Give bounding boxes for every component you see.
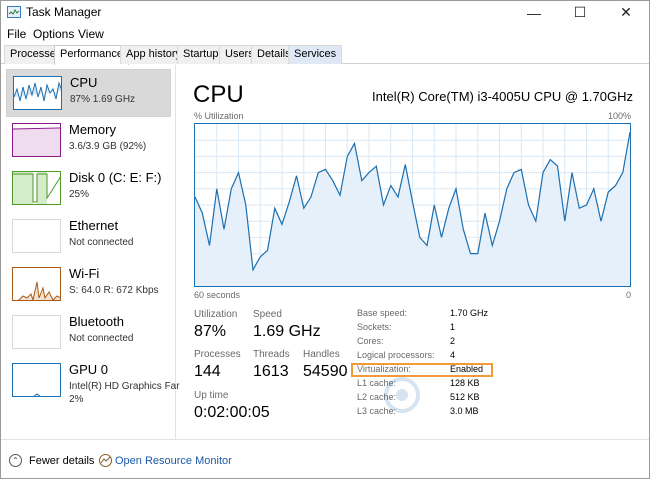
- spec-row: Logical processors: 4: [357, 350, 497, 364]
- chevron-up-icon[interactable]: ⌃: [9, 454, 22, 467]
- uptime-value: 0:02:00:05: [194, 404, 270, 421]
- resource-monitor-icon[interactable]: [99, 454, 112, 467]
- open-resource-monitor-link[interactable]: Open Resource Monitor: [115, 455, 232, 467]
- ethernet-thumbnail: [12, 219, 61, 253]
- fewer-details-link[interactable]: Fewer details: [29, 455, 94, 467]
- gpu-thumbnail: [12, 363, 61, 397]
- task-manager-icon: [7, 6, 21, 18]
- menu-options[interactable]: Options: [33, 27, 74, 41]
- speed-label: Speed: [253, 309, 282, 320]
- spec-value: 1: [450, 322, 456, 332]
- speed-value: 1.69 GHz: [253, 323, 321, 340]
- spec-key: Base speed:: [357, 308, 408, 318]
- graph-label-utilization: % Utilization: [194, 111, 244, 121]
- sidebar-item-wifi[interactable]: Wi-Fi S: 64.0 R: 672 Kbps: [6, 261, 171, 309]
- cpu-thumbnail: [13, 76, 62, 110]
- spec-key: Cores:: [357, 336, 384, 346]
- processes-label: Processes: [194, 349, 241, 360]
- cpu-model-name: Intel(R) Core(TM) i3-4005U CPU @ 1.70GHz: [372, 89, 633, 104]
- sidebar-item-detail: Intel(R) HD Graphics Far: [69, 381, 180, 392]
- menu-bar: File Options View: [1, 24, 649, 44]
- tab-services[interactable]: Services: [288, 45, 343, 64]
- footer-bar: ⌃ Fewer details Open Resource Monitor: [1, 439, 649, 479]
- cpu-performance-panel: CPU Intel(R) Core(TM) i3-4005U CPU @ 1.7…: [177, 65, 649, 439]
- close-icon[interactable]: ✕: [603, 1, 649, 24]
- bluetooth-thumbnail: [12, 315, 61, 349]
- page-title: CPU: [193, 81, 244, 108]
- utilization-label: Utilization: [194, 309, 238, 320]
- sidebar-item-detail: 25%: [69, 189, 90, 200]
- spec-row: Base speed: 1.70 GHz: [357, 308, 497, 322]
- spec-value: 2: [450, 336, 456, 346]
- sidebar-item-gpu[interactable]: GPU 0 Intel(R) HD Graphics Far 2%: [6, 357, 180, 405]
- sidebar-item-detail: Not connected: [69, 333, 134, 344]
- handles-label: Handles: [303, 349, 340, 360]
- graph-label-max: 100%: [607, 111, 631, 121]
- tab-startup[interactable]: Startup: [177, 45, 225, 64]
- window-title: Task Manager: [26, 5, 102, 19]
- sidebar-item-detail: 87% 1.69 GHz: [70, 94, 136, 105]
- title-bar[interactable]: Task Manager — ☐ ✕: [1, 1, 649, 24]
- sidebar-item-label: Bluetooth: [69, 314, 124, 329]
- handles-value: 54590: [303, 363, 348, 380]
- spec-row: Sockets: 1: [357, 322, 497, 336]
- uptime-label: Up time: [194, 390, 229, 401]
- sidebar-item-label: Wi-Fi: [69, 266, 100, 281]
- processes-value: 144: [194, 363, 221, 380]
- spec-key: Sockets:: [357, 322, 392, 332]
- sidebar-item-cpu[interactable]: CPU 87% 1.69 GHz: [6, 69, 171, 117]
- utilization-value: 87%: [194, 323, 227, 340]
- threads-label: Threads: [253, 349, 290, 360]
- sidebar-item-disk[interactable]: Disk 0 (C: E: F:) 25%: [6, 165, 171, 213]
- cpu-utilization-graph: [194, 123, 631, 287]
- sidebar-item-detail: Not connected: [69, 237, 134, 248]
- resource-sidebar: CPU 87% 1.69 GHz Memory 3.6/3.9 GB (92%)…: [1, 65, 180, 439]
- sidebar-item-ethernet[interactable]: Ethernet Not connected: [6, 213, 171, 261]
- sidebar-item-label: Ethernet: [69, 218, 119, 233]
- sidebar-item-detail-2: 2%: [69, 394, 84, 405]
- spec-row: Cores: 2: [357, 336, 497, 350]
- minimize-icon[interactable]: —: [511, 1, 557, 24]
- task-manager-window: Task Manager — ☐ ✕ File Options View Pro…: [0, 0, 650, 479]
- spec-value: 4: [450, 350, 456, 360]
- sidebar-item-bluetooth[interactable]: Bluetooth Not connected: [6, 309, 171, 357]
- threads-value: 1613: [253, 363, 289, 380]
- watermark-logo: [384, 377, 420, 413]
- maximize-icon[interactable]: ☐: [557, 1, 603, 24]
- graph-label-zero: 0: [625, 290, 631, 300]
- memory-thumbnail: [12, 123, 61, 157]
- menu-file[interactable]: File: [7, 27, 26, 41]
- sidebar-item-label: CPU: [70, 75, 98, 90]
- menu-view[interactable]: View: [78, 27, 104, 41]
- spec-key: Logical processors:: [357, 350, 435, 360]
- tab-performance[interactable]: Performance: [54, 45, 129, 65]
- tab-bar: Processes Performance App history Startu…: [1, 44, 649, 65]
- spec-value: 1.70 GHz: [450, 308, 489, 318]
- sidebar-item-label: GPU 0: [69, 362, 109, 377]
- sidebar-item-label: Memory: [69, 122, 116, 137]
- disk-thumbnail: [12, 171, 61, 205]
- graph-label-time: 60 seconds: [194, 290, 241, 300]
- sidebar-item-memory[interactable]: Memory 3.6/3.9 GB (92%): [6, 117, 171, 165]
- wifi-thumbnail: [12, 267, 61, 301]
- cpu-graph-svg: [195, 124, 630, 286]
- sidebar-item-label: Disk 0 (C: E: F:): [69, 170, 162, 185]
- sidebar-item-detail: S: 64.0 R: 672 Kbps: [69, 285, 159, 296]
- sidebar-item-detail: 3.6/3.9 GB (92%): [69, 141, 147, 152]
